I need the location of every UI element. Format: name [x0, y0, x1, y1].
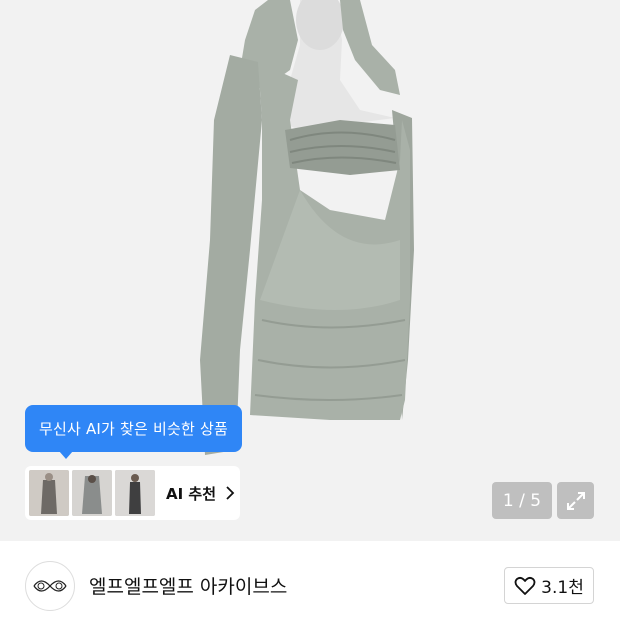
chevron-right-icon [226, 486, 235, 500]
shop-name[interactable]: 엘프엘프엘프 아카이브스 [89, 572, 287, 599]
ai-tooltip-text: 무신사 AI가 찾은 비슷한 상품 [39, 420, 228, 438]
like-count: 3.1천 [541, 578, 584, 598]
shop-logo-icon [33, 580, 67, 592]
ai-recommend-button[interactable]: AI 추천 [25, 466, 240, 520]
ai-recommend-tooltip: 무신사 AI가 찾은 비슷한 상품 [25, 405, 242, 459]
ai-recommend-text: AI 추천 [166, 484, 217, 503]
expand-button[interactable] [557, 482, 594, 519]
heart-icon [514, 576, 536, 595]
shop-bar: 엘프엘프엘프 아카이브스 3.1천 [0, 541, 620, 620]
shop-logo[interactable] [25, 561, 75, 611]
ai-thumbnail-3[interactable] [115, 470, 155, 516]
ai-thumbnail-2[interactable] [72, 470, 112, 516]
like-button[interactable]: 3.1천 [504, 567, 594, 604]
ai-thumbnail-1[interactable] [29, 470, 69, 516]
image-counter-text: 1 / 5 [502, 490, 542, 511]
image-counter: 1 / 5 [492, 482, 552, 519]
ai-recommend-label: AI 추천 [166, 483, 236, 504]
product-image [200, 0, 414, 455]
product-image-gallery[interactable]: 무신사 AI가 찾은 비슷한 상품 AI 추천 1 / 5 [0, 0, 620, 541]
expand-arrows-icon [566, 491, 585, 510]
